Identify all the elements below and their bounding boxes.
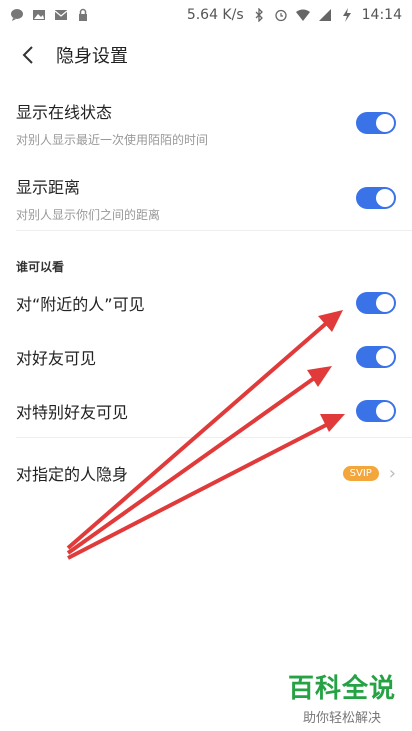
visible-nearby-title: 对“附近的人”可见 — [16, 295, 145, 314]
toggle-knob — [376, 114, 394, 132]
visible-friends-toggle[interactable] — [356, 346, 396, 368]
mail-icon — [54, 10, 68, 20]
network-speed: 5.64 K/s — [186, 7, 244, 23]
lock-icon — [79, 8, 87, 21]
visible-friends-title: 对好友可见 — [16, 349, 97, 368]
setting-distance: 显示距离 对别人显示你们之间的距离 — [0, 173, 412, 223]
bluetooth-icon — [255, 8, 263, 22]
divider — [16, 230, 412, 231]
page-title: 隐身设置 — [56, 46, 128, 67]
status-right: 5.64 K/s 14:14 — [187, 7, 402, 23]
setting-visible-nearby: 对“附近的人”可见 — [0, 285, 412, 321]
online-status-title: 显示在线状态 — [16, 102, 113, 122]
image-icon — [33, 10, 45, 20]
setting-hide-from-specified[interactable]: 对指定的人隐身 SVIP › — [0, 455, 412, 491]
setting-visible-friends: 对好友可见 — [0, 339, 412, 375]
navigation-bar: 隐身设置 — [0, 30, 412, 80]
status-bar: 5.64 K/s 14:14 — [0, 0, 412, 30]
toggle-knob — [376, 294, 394, 312]
toggle-knob — [376, 189, 394, 207]
hide-from-specified-title: 对指定的人隐身 — [16, 465, 129, 484]
visible-special-friends-title: 对特别好友可见 — [16, 403, 129, 422]
signal-icon — [318, 9, 331, 21]
section-header-who-can-see: 谁可以看 — [16, 260, 65, 274]
wifi-icon — [295, 9, 310, 21]
status-left-icons — [10, 8, 90, 22]
setting-visible-special-friends: 对特别好友可见 — [0, 393, 412, 429]
chevron-right-icon: › — [388, 462, 396, 484]
visible-nearby-toggle[interactable] — [356, 292, 396, 314]
watermark: 百科全说 助你轻松解决 — [288, 668, 396, 726]
distance-title: 显示距离 — [16, 177, 81, 197]
online-status-toggle[interactable] — [356, 112, 396, 134]
distance-toggle[interactable] — [356, 187, 396, 209]
chevron-left-icon — [22, 46, 33, 64]
distance-subtitle: 对别人显示你们之间的距离 — [16, 207, 161, 222]
online-status-subtitle: 对别人显示最近一次使用陌陌的时间 — [16, 132, 209, 147]
setting-online-status: 显示在线状态 对别人显示最近一次使用陌陌的时间 — [0, 98, 412, 148]
visible-special-friends-toggle[interactable] — [356, 400, 396, 422]
svip-badge: SVIP — [342, 465, 379, 481]
toggle-knob — [376, 348, 394, 366]
chat-bubble-icon — [11, 9, 23, 21]
watermark-main: 百科全说 — [287, 674, 396, 704]
back-button[interactable] — [0, 30, 56, 80]
toggle-knob — [376, 402, 394, 420]
alarm-icon — [274, 9, 287, 22]
battery-charging-icon — [342, 8, 351, 22]
watermark-sub: 助你轻松解决 — [302, 711, 381, 726]
divider — [16, 437, 412, 438]
clock-time: 14:14 — [361, 7, 402, 23]
